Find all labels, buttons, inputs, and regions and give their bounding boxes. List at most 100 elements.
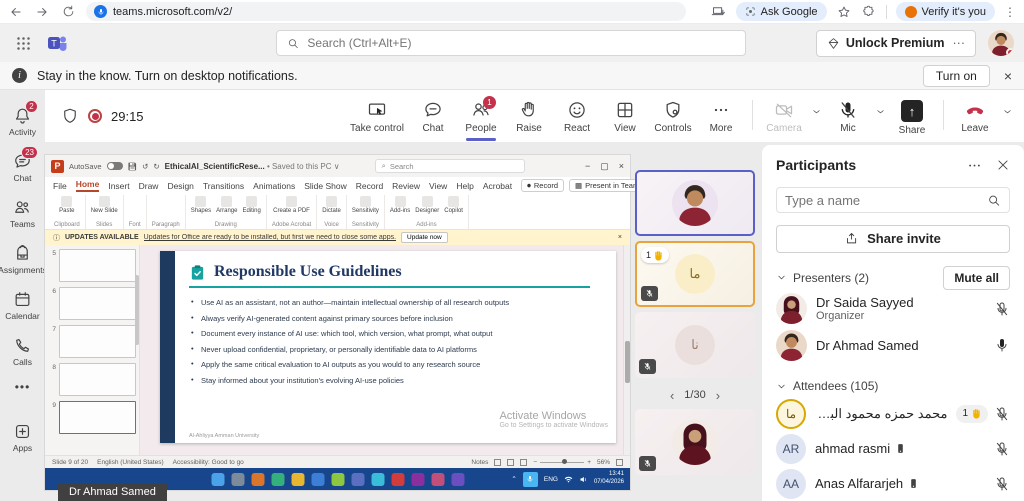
ppt-restore-icon[interactable]: ▢ <box>600 161 609 172</box>
teams-search-input[interactable] <box>307 36 735 50</box>
copilot-button[interactable]: Copilot <box>444 196 463 215</box>
video-tile[interactable] <box>635 409 755 475</box>
refresh-icon[interactable] <box>60 4 76 20</box>
unlock-premium-button[interactable]: Unlock Premium ··· <box>816 30 976 57</box>
verify-profile-button[interactable]: Verify it's you <box>896 2 995 21</box>
editing-button[interactable]: Editing <box>242 196 260 215</box>
slide-thumbnail[interactable]: 5 <box>47 249 136 282</box>
taskbar-app-icon[interactable] <box>331 473 344 486</box>
tray-clock[interactable]: 13:41 07/04/2026 <box>594 471 624 487</box>
address-bar[interactable] <box>86 2 686 21</box>
video-tile-hand-raised[interactable]: 1 ما <box>635 241 755 307</box>
chat-button[interactable]: Chat <box>410 96 456 134</box>
mic-off-icon[interactable] <box>994 441 1010 457</box>
taskbar-app-icon[interactable] <box>271 473 284 486</box>
dictate-button[interactable]: Dictate <box>322 196 341 215</box>
security-shield-icon[interactable] <box>61 107 79 125</box>
prev-page-icon[interactable]: ‹ <box>670 388 674 403</box>
camera-button[interactable]: Camera <box>761 96 807 134</box>
sidebar-item-activity[interactable]: Activity 2 <box>0 98 45 144</box>
leave-options-chevron[interactable] <box>1000 96 1014 117</box>
normal-view-icon[interactable] <box>494 459 501 466</box>
tab-acrobat[interactable]: Acrobat <box>483 181 512 191</box>
tab-design[interactable]: Design <box>167 181 193 191</box>
tab-help[interactable]: Help <box>456 181 473 191</box>
language-indicator[interactable]: ENG <box>544 476 558 483</box>
sidebar-item-more[interactable]: ••• <box>0 374 45 400</box>
sidebar-item-assignments[interactable]: Assignments <box>0 236 45 282</box>
taskbar-app-icons[interactable] <box>211 473 464 486</box>
screenshare-powerpoint-window[interactable]: P AutoSave 💾︎ ↺ ↻ EthicalAI_ScientificRe… <box>45 155 630 490</box>
participant-search-input[interactable] <box>785 193 987 208</box>
slide-sorter-icon[interactable] <box>507 459 514 466</box>
taskbar-app-icon[interactable] <box>231 473 244 486</box>
taskbar-app-icon[interactable] <box>251 473 264 486</box>
zoom-percent[interactable]: 56% <box>597 459 610 466</box>
participant-row[interactable]: AR ahmad rasmi <box>776 431 1010 466</box>
ppt-search-box[interactable]: ⌕ Search <box>375 159 525 173</box>
tab-slideshow[interactable]: Slide Show <box>304 181 347 191</box>
tab-animations[interactable]: Animations <box>253 181 295 191</box>
participant-search[interactable] <box>776 187 1010 213</box>
share-button[interactable]: ↑ Share <box>889 96 935 136</box>
thumbnail-scrollbar[interactable] <box>135 275 139 345</box>
update-link[interactable]: Updates for Office are ready to be insta… <box>144 234 396 241</box>
participant-row[interactable]: ما محمد حمزه محمود البربراوي 1 <box>776 397 1010 432</box>
tab-file[interactable]: File <box>53 181 67 191</box>
share-invite-button[interactable]: Share invite <box>776 225 1010 252</box>
redo-icon[interactable]: ↻ <box>153 162 159 171</box>
forward-icon[interactable] <box>34 4 50 20</box>
mic-options-chevron[interactable] <box>873 96 887 117</box>
participant-row[interactable]: Dr Ahmad Samed <box>776 328 1010 363</box>
slide-thumbnail-selected[interactable]: 9 <box>47 401 136 434</box>
wifi-icon[interactable] <box>564 475 573 484</box>
start-icon[interactable] <box>211 473 224 486</box>
extensions-icon[interactable] <box>861 4 877 20</box>
raise-hand-button[interactable]: Raise <box>506 96 552 134</box>
tab-transitions[interactable]: Transitions <box>203 181 244 191</box>
browser-menu-icon[interactable]: ⋮ <box>1004 6 1016 18</box>
taskbar-app-icon[interactable] <box>411 473 424 486</box>
addins-button[interactable]: Add-ins <box>390 196 410 215</box>
mic-button[interactable]: Mic <box>825 96 871 134</box>
url-input[interactable] <box>113 6 678 18</box>
designer-button[interactable]: Designer <box>415 196 439 215</box>
taskbar-app-icon[interactable] <box>431 473 444 486</box>
panel-close-icon[interactable] <box>996 158 1010 172</box>
people-button[interactable]: 1 People <box>458 96 504 134</box>
slide-scrollbar[interactable] <box>623 245 630 455</box>
video-tile[interactable]: نا <box>635 312 755 378</box>
participant-row[interactable]: AA Anas Alfararjeh <box>776 466 1010 501</box>
tab-home[interactable]: Home <box>76 179 100 192</box>
mic-in-use-icon[interactable] <box>94 5 107 18</box>
slide-number-status[interactable]: Slide 9 of 20 <box>52 459 88 466</box>
more-button[interactable]: More <box>698 96 744 134</box>
sidebar-item-teams[interactable]: Teams <box>0 190 45 236</box>
slide-thumbnail[interactable]: 7 <box>47 325 136 358</box>
react-button[interactable]: React <box>554 96 600 134</box>
camera-options-chevron[interactable] <box>809 96 823 117</box>
sidebar-item-apps[interactable]: Apps <box>0 414 45 460</box>
mic-on-icon[interactable] <box>994 337 1010 353</box>
paste-button[interactable]: Paste <box>59 196 74 215</box>
fit-slide-icon[interactable] <box>616 459 623 466</box>
notes-button[interactable]: Notes <box>471 459 488 466</box>
banner-close-icon[interactable]: × <box>1004 69 1012 83</box>
update-now-button[interactable]: Update now <box>401 232 448 243</box>
mic-off-icon[interactable] <box>994 301 1010 317</box>
language-status[interactable]: English (United States) <box>97 459 163 466</box>
volume-icon[interactable] <box>579 475 588 484</box>
sidebar-item-calendar[interactable]: Calendar <box>0 282 45 328</box>
ppt-minimize-icon[interactable]: − <box>585 161 590 171</box>
mic-off-icon[interactable] <box>994 406 1010 422</box>
new-slide-button[interactable]: New Slide <box>91 196 118 215</box>
sidebar-item-calls[interactable]: Calls <box>0 328 45 374</box>
sidebar-item-chat[interactable]: Chat 23 <box>0 144 45 190</box>
presenters-section-header[interactable]: Presenters (2) Mute all <box>776 266 1010 290</box>
attendees-section-header[interactable]: Attendees (105) <box>776 376 1010 397</box>
taskbar-app-icon[interactable] <box>371 473 384 486</box>
sensitivity-button[interactable]: Sensitivity <box>352 196 379 215</box>
undo-icon[interactable]: ↺ <box>142 162 148 171</box>
tray-chevron-icon[interactable]: ⌃ <box>511 475 516 483</box>
bookmark-star-icon[interactable] <box>836 4 852 20</box>
